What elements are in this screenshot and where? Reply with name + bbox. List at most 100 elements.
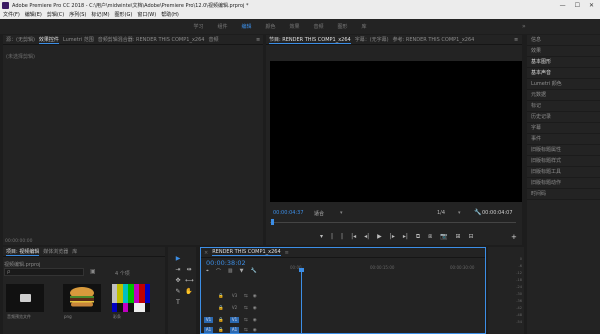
export-frame-icon[interactable]: 📷 <box>440 233 447 241</box>
workspace-overflow-button[interactable]: » <box>522 23 526 30</box>
folder-icon[interactable] <box>6 284 44 312</box>
play-icon[interactable]: ▶ <box>377 233 382 241</box>
playback-resolution-select[interactable]: 1/4 <box>437 210 445 216</box>
tab-audio-clip-mixer[interactable]: 音频剪辑混合器: RENDER THIS COMP1_x264 <box>98 36 205 43</box>
tab-sequence[interactable]: RENDER THIS COMP1_x264 <box>212 249 281 256</box>
panel-markers[interactable]: 标记 <box>527 101 600 112</box>
sync-lock-icon[interactable]: ⇆ <box>244 318 248 323</box>
pen-tool-icon[interactable]: ✎ <box>174 288 182 296</box>
menu-clip[interactable]: 剪辑(C) <box>47 11 64 18</box>
lock-icon[interactable]: 🔒 <box>218 328 225 333</box>
workspace-color[interactable]: 颜色 <box>265 23 275 30</box>
panel-timecode[interactable]: 时间码 <box>527 189 600 200</box>
menu-marker[interactable]: 标记(M) <box>91 11 109 18</box>
linked-selection-icon[interactable]: ▥ <box>228 268 233 275</box>
new-bin-icon[interactable]: ▣ <box>90 268 96 275</box>
mark-out-icon[interactable]: | <box>341 233 343 241</box>
workspace-effects[interactable]: 效果 <box>290 23 300 30</box>
fit-zoom-select[interactable]: 适合 <box>314 210 324 217</box>
track-select-tool-icon[interactable]: ⇥ <box>174 266 182 274</box>
timeline-menu-icon[interactable]: ≡ <box>285 250 289 256</box>
resolution-chevron-down-icon[interactable]: ▾ <box>458 210 461 216</box>
workspace-learn[interactable]: 学习 <box>193 23 203 30</box>
add-marker-icon[interactable]: ▾ <box>320 233 323 241</box>
go-to-out-icon[interactable]: ▸| <box>403 233 408 241</box>
panel-menu-icon[interactable]: ≡ <box>256 37 260 43</box>
tab-libraries[interactable]: 库 <box>72 248 77 255</box>
timeline-timecode[interactable]: 00:00:38:02 <box>206 259 246 267</box>
eye-icon[interactable]: ◉ <box>253 318 257 323</box>
eye-icon[interactable]: ◉ <box>253 328 257 333</box>
step-back-icon[interactable]: ◂| <box>364 233 369 241</box>
safe-margins-icon[interactable]: ⊟ <box>469 233 474 241</box>
workspace-audio[interactable]: 音频 <box>314 23 324 30</box>
source-patch[interactable]: V1 <box>204 317 213 323</box>
tab-media-browser[interactable]: 媒体浏览器 <box>43 248 68 255</box>
maximize-button[interactable]: ☐ <box>575 2 580 9</box>
program-playhead[interactable] <box>271 219 274 225</box>
track-label[interactable]: V3 <box>230 293 239 299</box>
menu-graphics[interactable]: 图形(G) <box>115 11 133 18</box>
program-time-ruler[interactable] <box>270 222 516 225</box>
panel-effects[interactable]: 效果 <box>527 46 600 57</box>
close-button[interactable]: ✕ <box>589 2 594 9</box>
menu-help[interactable]: 帮助(H) <box>161 11 179 18</box>
program-video-frame[interactable] <box>270 61 522 202</box>
razor-tool-icon[interactable]: ✥ <box>174 277 182 285</box>
tab-reference[interactable]: 参考: RENDER THIS COMP1_x264 <box>393 36 475 43</box>
timeline-playhead[interactable] <box>301 271 302 334</box>
comparison-view-icon[interactable]: ⊞ <box>456 233 461 241</box>
workspace-graphics[interactable]: 图形 <box>338 23 348 30</box>
menu-file[interactable]: 文件(F) <box>3 11 20 18</box>
playhead-timecode[interactable]: 00:00:04:37 <box>273 210 304 216</box>
panel-legacy-title-styles[interactable]: 旧版标题样式 <box>527 156 600 167</box>
source-patch[interactable] <box>204 293 213 299</box>
mark-in-icon[interactable]: | <box>331 233 333 241</box>
sync-lock-icon[interactable]: ⇆ <box>244 328 248 333</box>
track-label[interactable]: V1 <box>230 317 239 323</box>
hand-tool-icon[interactable]: ✋ <box>185 288 193 296</box>
lock-icon[interactable]: 🔒 <box>218 294 225 299</box>
source-patch[interactable]: A1 <box>204 327 213 333</box>
add-marker-icon[interactable]: ▼ <box>240 268 244 275</box>
panel-essential-graphics[interactable]: 基本图形 <box>527 57 600 68</box>
panel-metadata[interactable]: 元数据 <box>527 90 600 101</box>
panel-legacy-title-tools[interactable]: 旧版标题工具 <box>527 167 600 178</box>
type-tool-icon[interactable]: T <box>174 299 182 307</box>
color-bars[interactable] <box>112 284 150 312</box>
eye-icon[interactable]: ◉ <box>253 306 257 311</box>
track-label[interactable]: V2 <box>230 305 239 311</box>
close-sequence-icon[interactable]: × <box>204 250 208 256</box>
go-to-in-icon[interactable]: |◂ <box>351 233 356 241</box>
extract-icon[interactable]: ⧈ <box>428 233 432 241</box>
tab-source[interactable]: 源：(无剪辑) <box>6 36 35 43</box>
workspace-assembly[interactable]: 组件 <box>217 23 227 30</box>
panel-essential-sound[interactable]: 基本声音 <box>527 68 600 79</box>
fit-chevron-down-icon[interactable]: ▾ <box>340 210 343 216</box>
workspace-editing[interactable]: 编辑 <box>241 23 251 30</box>
sync-lock-icon[interactable]: ⇆ <box>244 306 248 311</box>
lift-icon[interactable]: ⧉ <box>416 233 420 241</box>
minimize-button[interactable]: — <box>560 2 566 9</box>
tab-captions[interactable]: 字幕：(无字幕) <box>355 36 389 43</box>
tab-project[interactable]: 项目: 视频编辑 <box>6 248 40 256</box>
panel-history[interactable]: 历史记录 <box>527 112 600 123</box>
timeline-settings-wrench-icon[interactable]: 🔧 <box>250 268 256 275</box>
menu-edit[interactable]: 编辑(E) <box>25 11 42 18</box>
panel-events[interactable]: 事件 <box>527 134 600 145</box>
snap-icon[interactable]: ⌒ <box>216 268 221 275</box>
tab-effect-controls[interactable]: 效果控件 <box>38 36 59 44</box>
ripple-edit-tool-icon[interactable]: ⇹ <box>185 266 193 274</box>
panel-legacy-title-properties[interactable]: 旧版标题属性 <box>527 145 600 156</box>
step-forward-icon[interactable]: |▸ <box>390 233 395 241</box>
settings-wrench-icon[interactable]: 🔧 <box>474 209 481 216</box>
source-patch[interactable] <box>204 305 213 311</box>
panel-info[interactable]: 信息 <box>527 35 600 46</box>
panel-legacy-title-actions[interactable]: 旧版标题动作 <box>527 178 600 189</box>
sync-lock-icon[interactable]: ⇆ <box>244 294 248 299</box>
program-menu-icon[interactable]: ≡ <box>514 37 518 43</box>
lock-icon[interactable]: 🔒 <box>218 306 225 311</box>
panel-lumetri-color[interactable]: Lumetri 颜色 <box>527 79 600 90</box>
tab-lumetri-scopes[interactable]: Lumetri 范围 <box>63 36 94 43</box>
lock-icon[interactable]: 🔒 <box>218 318 225 323</box>
